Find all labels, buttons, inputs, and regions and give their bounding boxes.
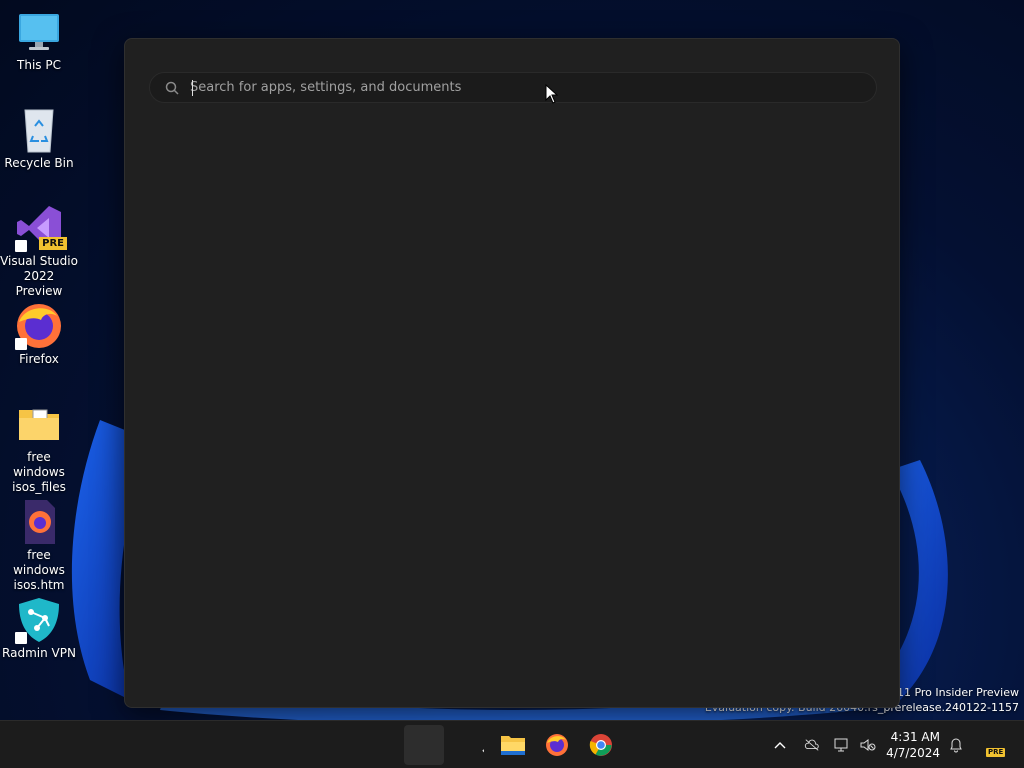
search-box[interactable] (149, 72, 877, 103)
desktop-icon-radmin-vpn[interactable]: Radmin VPN (0, 596, 78, 661)
desktop-icon-firefox[interactable]: Firefox (0, 302, 78, 367)
taskbar-search-button[interactable] (404, 725, 444, 765)
chevron-up-icon[interactable] (772, 737, 788, 753)
pen-icon (482, 749, 484, 753)
taskbar: 4:31 AM 4/7/2024 PRE (0, 720, 1024, 768)
visual-studio-icon: PRE (15, 204, 67, 252)
chrome-icon (589, 734, 612, 756)
desktop-icon-isos-files-folder[interactable]: free windows isos_files (0, 400, 78, 495)
firefox-icon (546, 734, 568, 756)
shortcut-arrow-icon (15, 632, 27, 644)
folder-icon (15, 400, 63, 448)
clock-date: 4/7/2024 (886, 746, 940, 760)
search-icon (164, 80, 180, 96)
onedrive-offline-icon[interactable] (804, 737, 820, 753)
desktop-icon-visual-studio[interactable]: PRE Visual Studio 2022 Preview (0, 204, 78, 299)
desktop-icon-isos-htm[interactable]: free windows isos.htm (0, 498, 78, 593)
desktop-icon-label: free windows isos.htm (13, 548, 65, 592)
desktop-icon-recycle-bin[interactable]: Recycle Bin (0, 106, 78, 171)
network-icon[interactable] (834, 737, 850, 753)
shortcut-arrow-icon (15, 240, 27, 252)
desktop-icon-label: Recycle Bin (4, 156, 74, 170)
desktop-icon-label: Visual Studio 2022 Preview (0, 254, 78, 298)
notification-bell-icon[interactable] (948, 737, 964, 753)
taskbar-file-explorer[interactable] (493, 725, 533, 765)
taskbar-firefox[interactable] (537, 725, 577, 765)
recycle-bin-icon (15, 106, 63, 154)
mouse-cursor-icon (545, 84, 559, 104)
text-caret (192, 80, 193, 96)
clock[interactable]: 4:31 AM 4/7/2024 (886, 729, 940, 761)
desktop-icon-label: free windows isos_files (12, 450, 66, 494)
desktop-icon-label: This PC (17, 58, 61, 72)
firefox-icon (15, 302, 63, 350)
firefox-html-file-icon (15, 498, 63, 546)
clock-time: 4:31 AM (890, 730, 940, 744)
shortcut-arrow-icon (15, 338, 27, 350)
pre-badge: PRE (986, 748, 1006, 757)
taskbar-pen-button[interactable] (456, 725, 496, 765)
pre-badge: PRE (39, 237, 67, 250)
desktop-icon-this-pc[interactable]: This PC (0, 8, 78, 73)
system-tray (772, 721, 876, 768)
radmin-vpn-icon (15, 596, 63, 644)
search-input[interactable] (190, 80, 876, 95)
desktop-icon-label: Radmin VPN (2, 646, 76, 660)
monitor-icon (15, 8, 63, 56)
file-explorer-icon (501, 736, 525, 755)
taskbar-chrome[interactable] (581, 725, 621, 765)
volume-muted-icon[interactable] (860, 737, 876, 753)
desktop-icon-label: Firefox (19, 352, 59, 366)
search-panel (124, 38, 900, 708)
